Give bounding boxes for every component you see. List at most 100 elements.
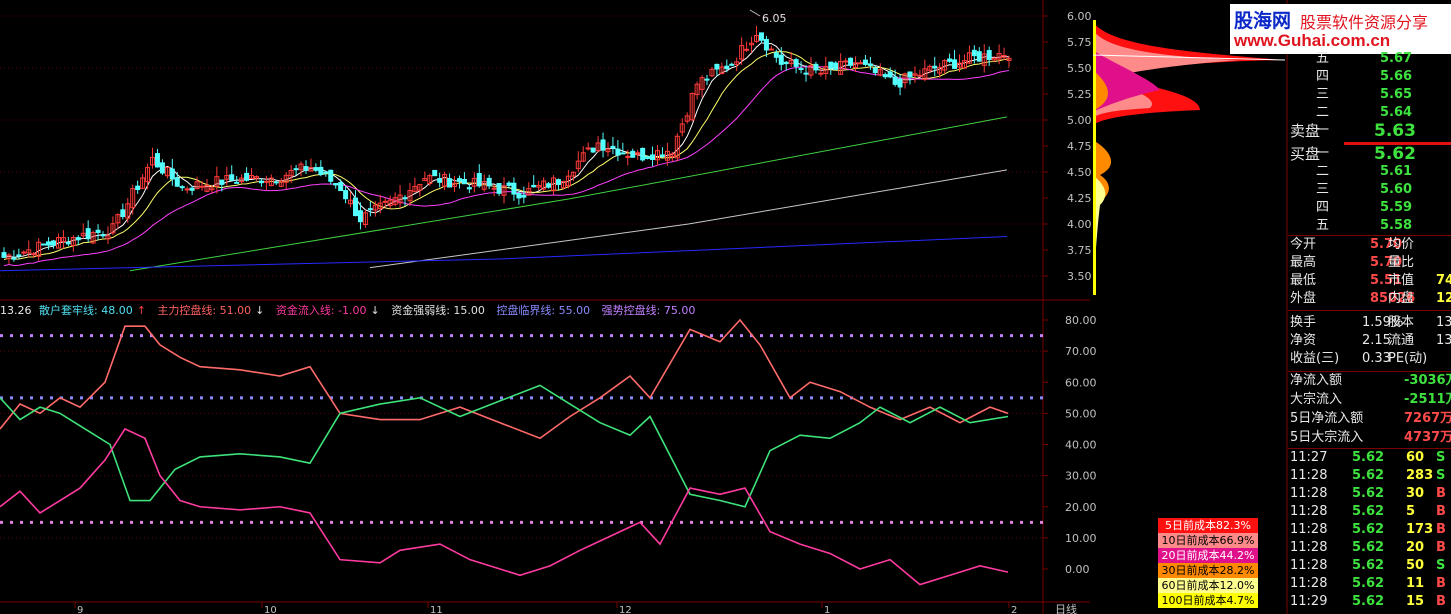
candle-body <box>46 241 52 246</box>
candle-body <box>65 242 71 245</box>
ask-row[interactable]: 五 5.67 <box>1288 50 1451 68</box>
candle-body <box>461 179 467 185</box>
stat-row: 净资 2.15 流通 13 <box>1288 332 1451 350</box>
bid-row[interactable]: 二 5.61 <box>1288 163 1451 181</box>
candle-body <box>897 78 903 88</box>
quote-cell: 0.33 <box>1362 351 1391 366</box>
candle-body <box>491 187 497 190</box>
logo-brand: 股海网 <box>1234 10 1292 32</box>
indicator-tick-label: 50.00 <box>1065 407 1097 420</box>
quote-cell: 市值 <box>1388 273 1415 288</box>
candle-body <box>318 166 324 175</box>
best-bid-row[interactable]: 买盘一 5.62 <box>1288 145 1451 163</box>
price-tick-label: 5.25 <box>1067 88 1092 101</box>
candle-body <box>234 181 240 184</box>
candle-body <box>773 52 779 58</box>
quote-cell: 5.62 <box>1352 486 1385 501</box>
candle-body <box>456 178 462 182</box>
bid-row[interactable]: 三 5.60 <box>1288 181 1451 199</box>
candle-body <box>189 187 195 191</box>
quote-cell: 5.62 <box>1352 522 1385 537</box>
candle-body <box>51 240 57 246</box>
candle-body <box>555 179 561 185</box>
quote-cell: 净资 <box>1290 333 1317 348</box>
candle-body <box>620 152 626 155</box>
quote-cell: 一 <box>1316 123 1330 138</box>
best-ask-row[interactable]: 卖盘一 5.63 <box>1288 122 1451 140</box>
candle-body <box>813 63 819 71</box>
quote-cell: 最高 <box>1290 255 1317 270</box>
tick-row: 11:29 5.62 15 B <box>1288 593 1451 611</box>
candle-body <box>343 190 349 200</box>
quote-cell: S <box>1436 468 1446 483</box>
quote-cell: 五 <box>1316 51 1330 66</box>
tick-row: 11:28 5.62 30 B <box>1288 485 1451 503</box>
quote-cell: B <box>1436 522 1446 537</box>
tick-row: 11:28 5.62 20 B <box>1288 539 1451 557</box>
quote-cell: 三 <box>1316 182 1330 197</box>
stat-row: 最低 5.51 市值 74 <box>1288 272 1451 290</box>
quote-cell: 流通 <box>1388 333 1415 348</box>
quote-cell: 11:28 <box>1290 504 1328 519</box>
stat-row: 换手 1.59% 股本 13 <box>1288 314 1451 332</box>
candle-body <box>506 182 512 186</box>
price-tick-label: 3.50 <box>1067 270 1092 283</box>
candle-body <box>447 178 453 188</box>
date-tick-label: 2 <box>1011 605 1017 614</box>
candle-body <box>169 168 175 180</box>
ask-row[interactable]: 二 5.64 <box>1288 104 1451 122</box>
candle-body <box>744 48 750 51</box>
bid-row[interactable]: 四 5.59 <box>1288 199 1451 217</box>
price-tick-label: 5.00 <box>1067 114 1092 127</box>
candle-body <box>947 58 953 62</box>
ask-row[interactable]: 三 5.65 <box>1288 86 1451 104</box>
quote-cell: 15 <box>1406 594 1425 609</box>
price-tick-label: 4.00 <box>1067 218 1092 231</box>
candle-body <box>184 188 190 191</box>
price-tick-label: 4.75 <box>1067 140 1092 153</box>
quote-cell: -3036万 <box>1404 373 1451 388</box>
stat-row: 外盘 85026 内盘 12 <box>1288 290 1451 308</box>
candle-body <box>872 67 878 74</box>
legend-strong-control-line: 强势控盘线: 75.00 <box>601 304 696 317</box>
candle-body <box>273 181 279 184</box>
bid-price: 5.61 <box>1380 164 1413 179</box>
candle-body <box>704 78 710 81</box>
candle-body <box>154 153 160 168</box>
bid-row[interactable]: 五 5.58 <box>1288 217 1451 235</box>
quote-cell: 外盘 <box>1290 291 1317 306</box>
quote-cell: B <box>1436 486 1446 501</box>
indicator-legend: 13.26 散户套牢线: 48.00 ↑ 主力控盘线: 51.00 ↓ 资金流入线:… <box>0 302 703 318</box>
quote-cell: 13 <box>1436 333 1451 348</box>
candle-body <box>16 254 22 257</box>
tick-row: 11:27 5.62 60 S <box>1288 449 1451 467</box>
retail-trapped-series <box>0 384 1009 508</box>
quote-cell: 11:28 <box>1290 576 1328 591</box>
quote-separator <box>1288 310 1451 311</box>
main-control-series <box>0 318 1009 440</box>
quote-cell: 11:28 <box>1290 522 1328 537</box>
bid-price: 5.62 <box>1374 144 1416 164</box>
quote-cell: 30 <box>1406 486 1425 501</box>
candle-body <box>85 228 91 240</box>
period-label: 日线 <box>1055 602 1077 614</box>
tick-row: 11:28 5.62 50 S <box>1288 557 1451 575</box>
candle-body <box>120 209 126 218</box>
candle-body <box>159 162 165 174</box>
candle-body <box>199 185 205 188</box>
candle-body <box>828 61 834 69</box>
candle-body <box>867 63 873 66</box>
candle-body <box>11 257 17 260</box>
ask-row[interactable]: 四 5.66 <box>1288 68 1451 86</box>
ask-price: 5.66 <box>1380 69 1413 84</box>
candle-body <box>41 243 47 246</box>
price-tick-label: 4.25 <box>1067 192 1092 205</box>
quote-cell: 283 <box>1406 468 1434 483</box>
stat-row: 最高 5.70 量比 <box>1288 254 1451 272</box>
chip-distribution-profile <box>1092 20 1286 295</box>
quote-cell: 内盘 <box>1388 291 1415 306</box>
indicator-tick-label: 60.00 <box>1065 376 1097 389</box>
quote-cell: 5 <box>1406 504 1416 519</box>
candle-body <box>432 169 438 177</box>
candle-body <box>1 252 7 258</box>
